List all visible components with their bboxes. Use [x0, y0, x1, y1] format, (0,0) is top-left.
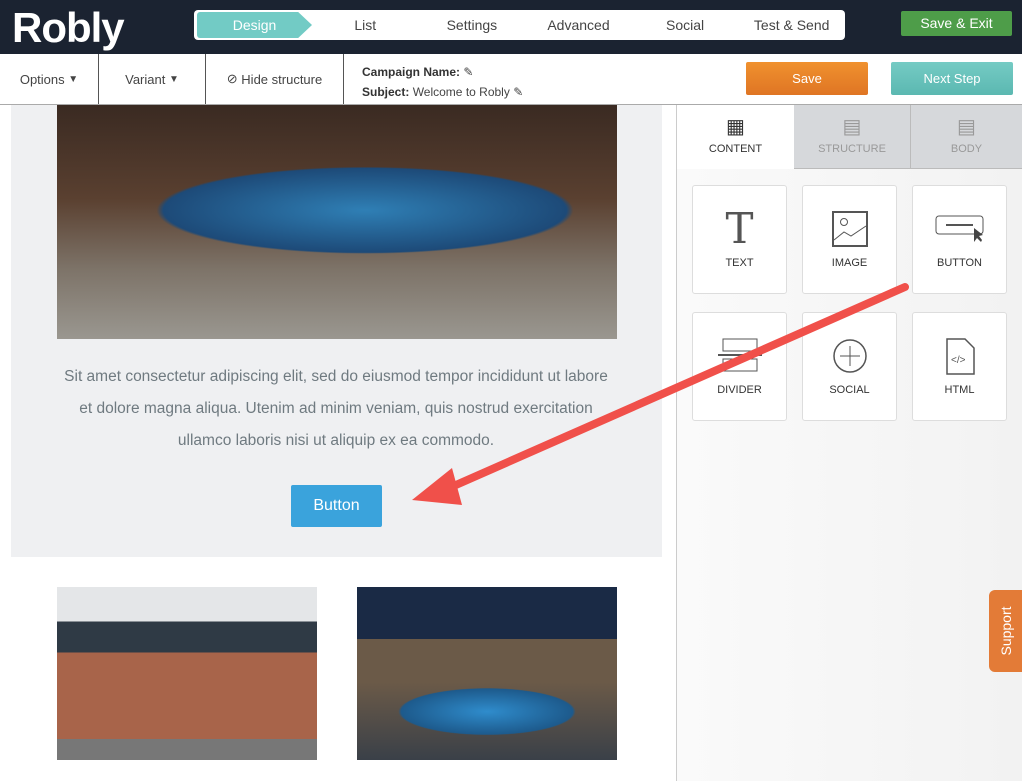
annotation-arrow [412, 283, 909, 505]
support-label: Support [997, 606, 1014, 656]
support-tab[interactable]: Support [989, 590, 1022, 672]
